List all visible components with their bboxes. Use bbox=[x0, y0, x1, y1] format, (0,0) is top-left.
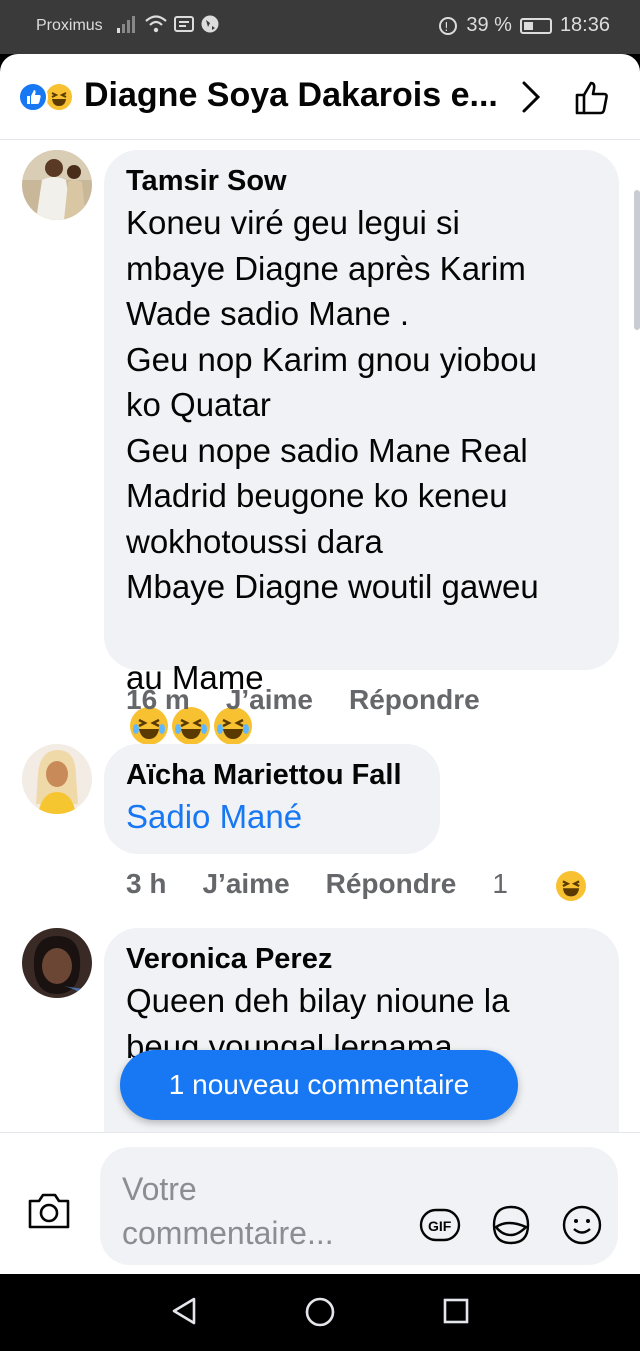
reply-action[interactable]: Répondre bbox=[349, 684, 480, 716]
home-icon[interactable] bbox=[304, 1296, 336, 1328]
carrier-label: Proximus bbox=[36, 17, 103, 34]
status-icons bbox=[116, 14, 220, 34]
svg-text:GIF: GIF bbox=[428, 1218, 452, 1234]
comment-actions: 16 m J’aime Répondre bbox=[126, 684, 516, 716]
like-reaction-icon bbox=[18, 82, 48, 112]
comment-author[interactable]: Tamsir Sow bbox=[126, 162, 597, 200]
globe-icon bbox=[201, 15, 219, 33]
avatar[interactable] bbox=[22, 928, 92, 998]
comment-line: Mbaye Diagne woutil gaweu bbox=[126, 568, 539, 605]
comment-timestamp[interactable]: 16 m bbox=[126, 684, 190, 716]
status-bar: Proximus ! 39 % 18:36 bbox=[0, 0, 640, 54]
data-saver-icon: ! bbox=[439, 16, 458, 35]
comment-line: Geu nop Karim gnou yiobou bbox=[126, 340, 537, 378]
status-right: ! 39 % 18:36 bbox=[438, 14, 610, 37]
comment-line: wokhotoussi dara bbox=[126, 522, 383, 560]
system-nav-bar bbox=[0, 1274, 640, 1351]
back-icon[interactable] bbox=[170, 1296, 198, 1326]
clock: 18:36 bbox=[559, 14, 610, 36]
reply-action[interactable]: Répondre bbox=[326, 868, 457, 900]
recents-icon[interactable] bbox=[442, 1296, 470, 1326]
comment-line: Madrid beugone ko keneu bbox=[126, 477, 508, 514]
comment-actions: 3 h J’aime Répondre 1 bbox=[126, 868, 622, 901]
comment-placeholder: Votre commentaire... bbox=[122, 1171, 334, 1251]
comment-composer: Votre commentaire... GIF bbox=[0, 1132, 640, 1274]
comment-author[interactable]: Veronica Perez bbox=[126, 940, 597, 978]
smiley-icon[interactable] bbox=[560, 1203, 604, 1247]
like-action[interactable]: J’aime bbox=[226, 684, 313, 716]
chevron-right-icon[interactable] bbox=[518, 80, 544, 114]
comment-last-line: au Mame bbox=[126, 610, 597, 747]
comment-input[interactable]: Votre commentaire... GIF bbox=[100, 1147, 618, 1265]
wifi-icon bbox=[145, 15, 167, 33]
reaction-count: 1 bbox=[492, 868, 508, 899]
reactions-header[interactable]: Diagne Soya Dakarois e... bbox=[0, 54, 640, 140]
comment-author[interactable]: Aïcha Mariettou Fall bbox=[126, 756, 418, 794]
comment-line: Wade sadio Mane . bbox=[126, 295, 410, 332]
battery-percent: 39 % bbox=[466, 14, 512, 36]
comment-bubble[interactable]: Aïcha Mariettou Fall Sadio Mané bbox=[104, 744, 440, 854]
svg-text:!: ! bbox=[444, 20, 449, 34]
comment-line: mbaye Diagne après Karim bbox=[126, 249, 526, 287]
reaction-summary[interactable]: 1 bbox=[492, 868, 621, 901]
sticker-icon[interactable] bbox=[488, 1203, 534, 1247]
mention-link[interactable]: Sadio Mané bbox=[126, 794, 418, 839]
camera-icon[interactable] bbox=[26, 1191, 72, 1231]
like-action[interactable]: J’aime bbox=[202, 868, 289, 900]
page-title: Diagne Soya Dakarois e... bbox=[84, 76, 498, 114]
comments-sheet: Diagne Soya Dakarois e... Tamsir Sow Kon… bbox=[0, 54, 640, 1274]
avatar[interactable] bbox=[22, 744, 92, 814]
avatar[interactable] bbox=[22, 150, 92, 220]
comment-line: Queen deh bilay nioune la bbox=[126, 982, 510, 1019]
comment-line: Koneu viré geu legui si bbox=[126, 204, 460, 241]
comment-bubble[interactable]: Tamsir Sow Koneu viré geu legui si mbaye… bbox=[104, 150, 619, 745]
thumbs-up-icon[interactable] bbox=[574, 78, 612, 116]
haha-reaction-icon bbox=[555, 870, 586, 901]
scrollbar[interactable] bbox=[634, 190, 640, 330]
new-comment-toast[interactable]: 1 nouveau commentaire bbox=[120, 1050, 518, 1120]
comment-timestamp[interactable]: 3 h bbox=[126, 868, 166, 900]
battery-icon bbox=[519, 17, 552, 34]
gif-icon[interactable]: GIF bbox=[418, 1203, 462, 1247]
signal-icon bbox=[117, 16, 135, 33]
haha-reaction-icon bbox=[44, 82, 74, 112]
comment-line: Geu nope sadio Mane Real bbox=[126, 431, 528, 469]
comment-line: ko Quatar bbox=[126, 386, 271, 423]
screen-icon bbox=[174, 16, 194, 32]
